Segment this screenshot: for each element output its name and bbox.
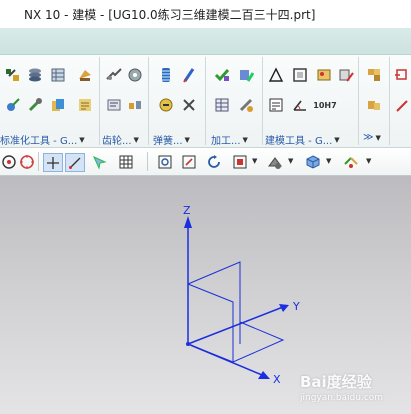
- chevron-down-icon[interactable]: ▼: [375, 134, 380, 142]
- watermark-main: Bai度经验: [300, 373, 372, 391]
- database-edit-icon[interactable]: [337, 67, 355, 83]
- drill-icon[interactable]: [237, 97, 255, 113]
- arrow-icon[interactable]: [393, 67, 411, 83]
- spring-info-icon[interactable]: [180, 97, 198, 113]
- ribbon-group-edge: [390, 57, 411, 145]
- gear-edit-icon[interactable]: [126, 67, 144, 83]
- tolerance-label: 10H7: [313, 100, 337, 110]
- stack-edit-icon[interactable]: [76, 97, 94, 113]
- grid-icon[interactable]: [117, 153, 135, 170]
- spring-icon[interactable]: [157, 67, 175, 83]
- measure-icon[interactable]: [291, 97, 309, 113]
- spring-delete-icon[interactable]: [157, 97, 175, 113]
- toolbar-separator: [147, 152, 148, 171]
- constraint-icon[interactable]: [365, 97, 383, 113]
- group-label-text: 建模工具 - G...: [265, 136, 333, 147]
- align-icon[interactable]: [4, 97, 22, 113]
- snap-point-icon[interactable]: [0, 153, 18, 170]
- stack-layers-icon[interactable]: [26, 67, 44, 83]
- toolbar-separator: [38, 152, 39, 171]
- ribbon-tab-strip: [0, 28, 411, 55]
- group-label-text: 齿轮...: [102, 136, 132, 147]
- ribbon-group-label-spring[interactable]: 弹簧... ▼: [153, 132, 190, 148]
- watermark: Bai度经验 jingyan.baidu.com: [300, 371, 405, 411]
- selection-toolbar: ▼ ▼ ▼ ▼: [0, 148, 411, 176]
- fit-view-icon[interactable]: [156, 153, 174, 170]
- ribbon-group-label-standard-tools[interactable]: 标准化工具 - G... ▼: [0, 132, 85, 148]
- crosshair-icon[interactable]: [43, 153, 63, 172]
- rotate-icon[interactable]: [205, 153, 223, 170]
- ribbon-group-machining: 加工... ▼: [206, 57, 263, 148]
- orient-view-icon[interactable]: [231, 153, 249, 170]
- chevron-down-icon[interactable]: ▼: [366, 157, 371, 165]
- watermark-url: jingyan.baidu.com: [300, 393, 384, 403]
- more-icon[interactable]: ≫: [363, 132, 373, 143]
- window-title: NX 10 - 建模 - [UG10.0练习三维建模二百三十四.prt]: [24, 8, 316, 22]
- chevron-down-icon[interactable]: ▼: [326, 157, 331, 165]
- z-axis-label: Z: [183, 204, 191, 217]
- frame-icon[interactable]: [291, 67, 309, 83]
- chevron-down-icon[interactable]: ▼: [334, 136, 339, 144]
- ribbon: 标准化工具 - G... ▼ 齿轮... ▼ 弹簧... ▼ 加工... ▼ 1…: [0, 55, 411, 148]
- ribbon-group-label-machining[interactable]: 加工... ▼: [211, 132, 248, 148]
- chevron-down-icon[interactable]: ▼: [243, 136, 248, 144]
- ribbon-group-assembly: ≫ ▼: [359, 57, 390, 145]
- line-tool-icon[interactable]: [65, 153, 85, 172]
- ribbon-group-gear: 齿轮... ▼: [100, 57, 149, 148]
- view-triad-icon[interactable]: [342, 153, 360, 170]
- image-icon[interactable]: [315, 67, 333, 83]
- ribbon-group-standard-tools: 标准化工具 - G... ▼: [0, 57, 100, 148]
- triangle-icon[interactable]: [267, 67, 285, 83]
- quick-pick-icon[interactable]: [90, 153, 108, 170]
- document-stack-icon[interactable]: [49, 97, 67, 113]
- circle-target-icon[interactable]: [18, 153, 36, 170]
- ribbon-group-label-more[interactable]: ≫ ▼: [363, 132, 381, 143]
- gear-info-icon[interactable]: [105, 97, 123, 113]
- x-axis-label: X: [273, 373, 281, 386]
- render-style-icon[interactable]: [266, 153, 284, 170]
- assembly-icon[interactable]: [365, 67, 383, 83]
- database-icon[interactable]: [49, 67, 67, 83]
- ribbon-group-label-modeling-tools[interactable]: 建模工具 - G... ▼: [265, 132, 340, 148]
- chevron-down-icon[interactable]: ▼: [252, 157, 257, 165]
- gear-tools-icon[interactable]: [105, 67, 123, 83]
- document-icon[interactable]: [267, 97, 285, 113]
- ribbon-group-spring: 弹簧... ▼: [149, 57, 206, 148]
- chevron-down-icon[interactable]: ▼: [134, 136, 139, 144]
- zoom-icon[interactable]: [180, 153, 198, 170]
- fastener-assembly-icon[interactable]: [4, 67, 22, 83]
- table-icon[interactable]: [213, 97, 231, 113]
- part-family-icon[interactable]: [26, 97, 44, 113]
- layer-visible-icon[interactable]: [304, 153, 322, 170]
- y-axis-label: Y: [293, 300, 300, 313]
- spring-edit-icon[interactable]: [180, 67, 198, 83]
- chevron-down-icon[interactable]: ▼: [79, 136, 84, 144]
- feature-edit-icon[interactable]: [393, 97, 411, 113]
- tolerance-icon[interactable]: 10H7: [313, 97, 337, 113]
- group-label-text: 弹簧...: [153, 136, 183, 147]
- ribbon-group-modeling-tools: 10H7 建模工具 - G... ▼: [263, 57, 359, 148]
- ribbon-group-label-gear[interactable]: 齿轮... ▼: [102, 132, 139, 148]
- gear-display-icon[interactable]: [126, 97, 144, 113]
- chevron-down-icon[interactable]: ▼: [185, 136, 190, 144]
- weld-assistant-icon[interactable]: [76, 67, 94, 83]
- check-part-icon[interactable]: [213, 67, 231, 83]
- group-label-text: 加工...: [211, 136, 241, 147]
- edit-fixture-icon[interactable]: [237, 67, 255, 83]
- chevron-down-icon[interactable]: ▼: [288, 157, 293, 165]
- title-bar: NX 10 - 建模 - [UG10.0练习三维建模二百三十四.prt]: [0, 0, 411, 28]
- group-label-text: 标准化工具 - G...: [0, 136, 78, 147]
